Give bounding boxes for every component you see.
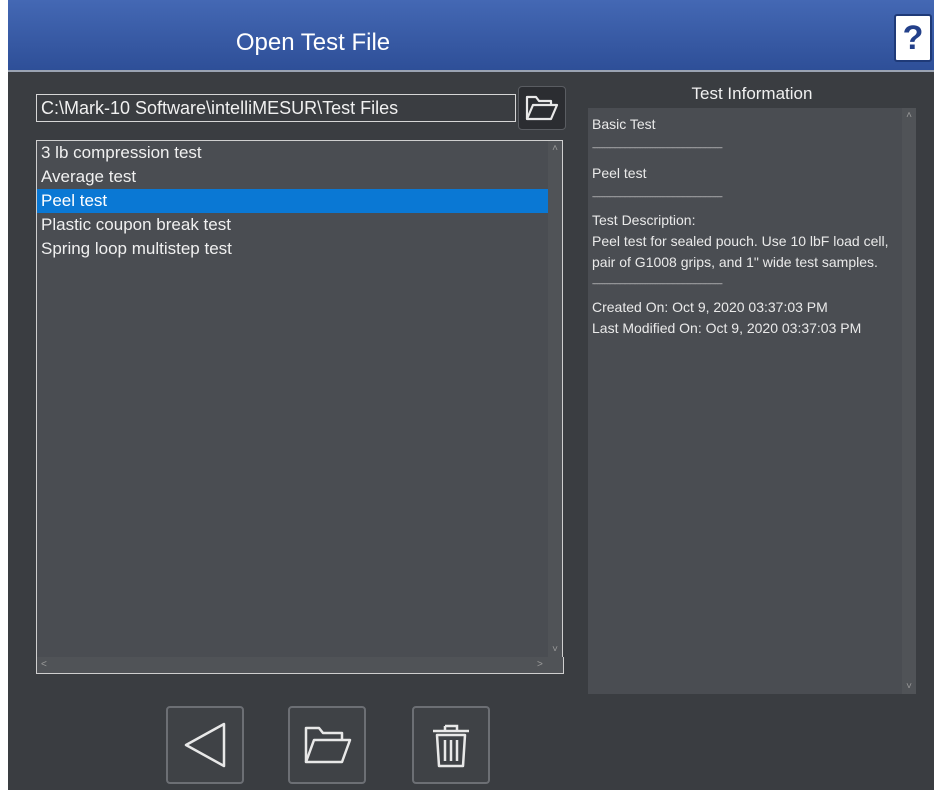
test-information-panel: Basic Test -----------------------------…	[588, 108, 902, 694]
scroll-up-arrow-icon[interactable]: ˄	[902, 110, 916, 121]
scroll-down-arrow-icon[interactable]: ˅	[902, 681, 916, 692]
created-on: Created On: Oct 9, 2020 03:37:03 PM	[592, 299, 828, 315]
test-description: Peel test for sealed pouch. Use 10 lbF l…	[592, 233, 889, 270]
scroll-down-arrow-icon[interactable]: ˅	[548, 644, 562, 655]
test-information-header: Test Information	[691, 84, 813, 103]
folder-open-icon	[525, 95, 559, 121]
scroll-right-arrow-icon[interactable]: >	[537, 657, 543, 673]
help-button[interactable]: ?	[894, 14, 932, 62]
folder-open-icon	[304, 726, 352, 764]
file-list-vertical-scrollbar[interactable]: ˄ ˅	[548, 140, 563, 658]
separator: ----------------------------------------…	[592, 192, 723, 201]
open-test-file-window: Open Test File ? C:\Mark-10 Software\int…	[8, 0, 934, 790]
file-list-item[interactable]: 3 lb compression test	[37, 141, 549, 165]
test-file-list[interactable]: 3 lb compression test Average test Peel te…	[36, 140, 550, 658]
scroll-up-arrow-icon[interactable]: ˄	[548, 143, 562, 154]
file-list-item[interactable]: Peel test	[37, 189, 549, 213]
test-type: Basic Test	[592, 116, 656, 132]
file-list-item[interactable]: Average test	[37, 165, 549, 189]
delete-file-button[interactable]	[412, 706, 490, 784]
info-vertical-scrollbar[interactable]: ˄ ˅	[902, 108, 916, 694]
scroll-left-arrow-icon[interactable]: <	[41, 657, 47, 673]
separator: ----------------------------------------…	[592, 143, 723, 152]
open-file-button[interactable]	[288, 706, 366, 784]
separator: ----------------------------------------…	[592, 279, 723, 288]
title-bar: Open Test File ?	[8, 0, 934, 72]
folder-path-field[interactable]: C:\Mark-10 Software\intelliMESUR\Test Fi…	[36, 94, 516, 122]
window-title: Open Test File	[235, 29, 391, 56]
browse-folder-button[interactable]	[518, 86, 566, 130]
file-list-horizontal-scrollbar[interactable]: < >	[36, 657, 564, 674]
test-name: Peel test	[592, 165, 647, 181]
back-triangle-icon	[184, 722, 226, 768]
file-list-item[interactable]: Plastic coupon break test	[37, 213, 549, 237]
last-modified-on: Last Modified On: Oct 9, 2020 03:37:03 P…	[592, 320, 862, 336]
back-button[interactable]	[166, 706, 244, 784]
description-label: Test Description:	[592, 212, 696, 228]
trash-icon	[433, 724, 469, 768]
file-list-item[interactable]: Spring loop multistep test	[37, 237, 549, 261]
